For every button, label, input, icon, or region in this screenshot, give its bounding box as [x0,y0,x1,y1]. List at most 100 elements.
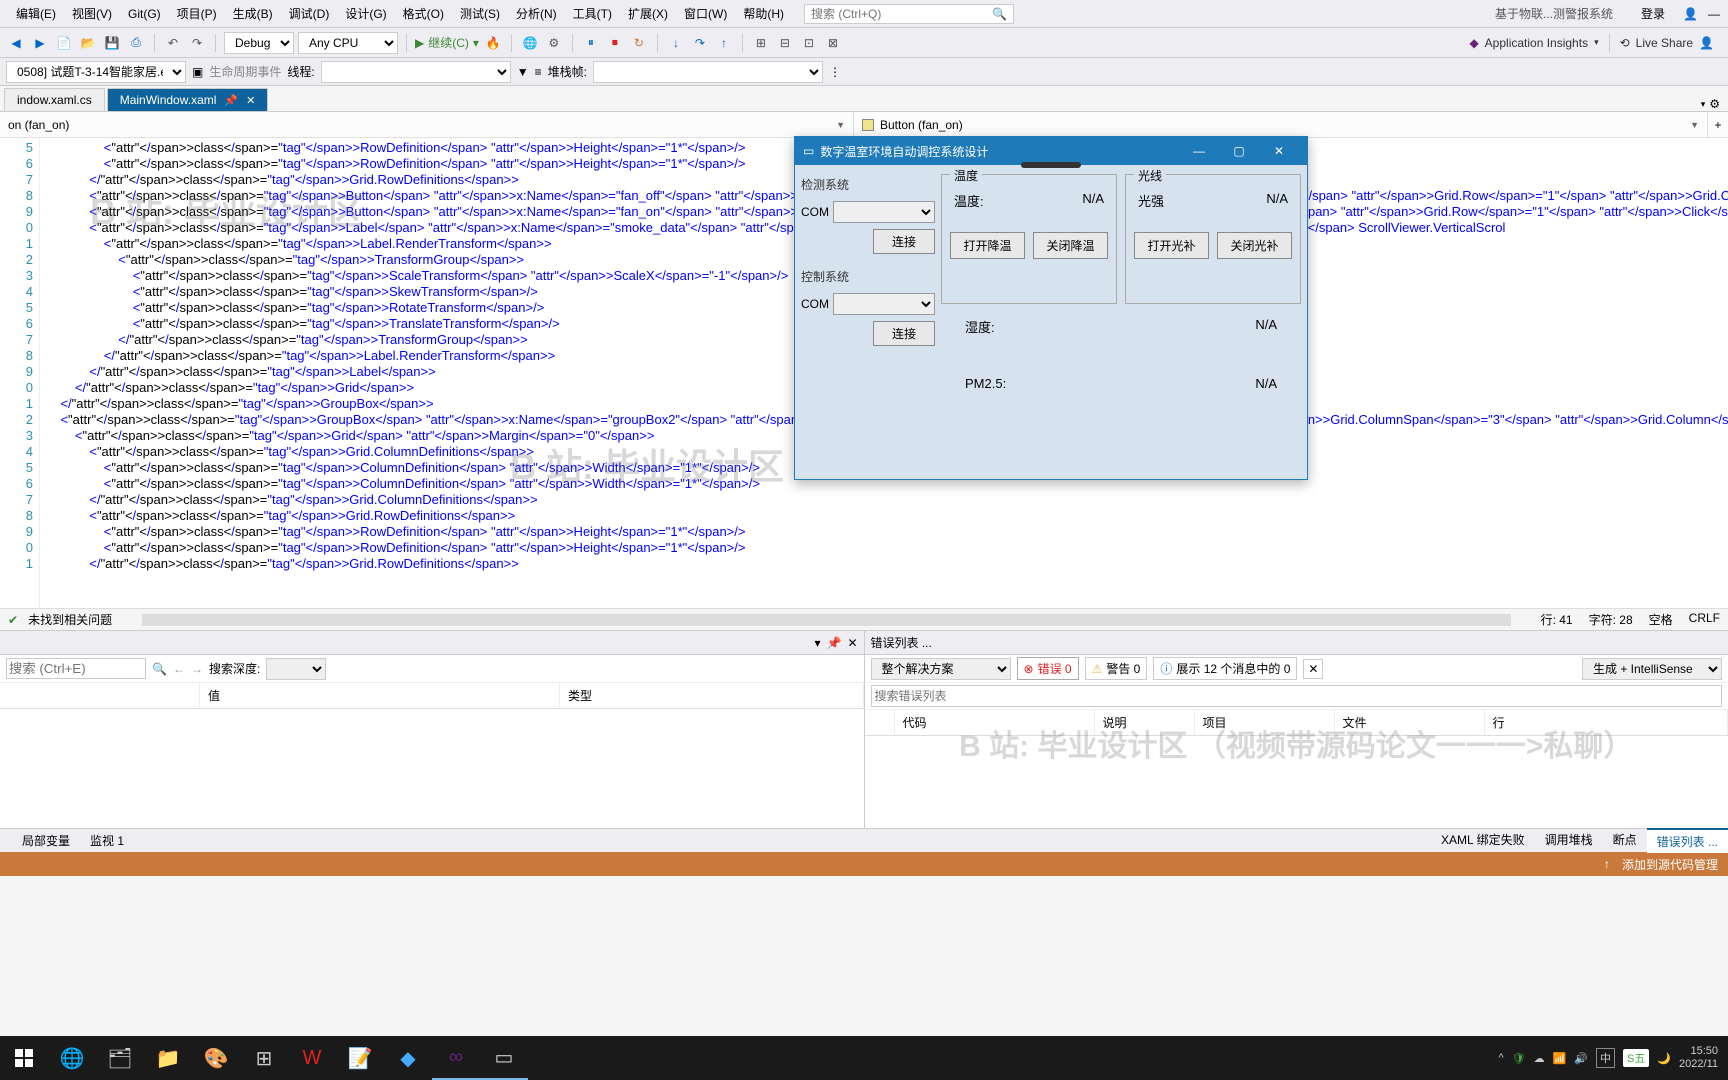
start-button[interactable] [0,1036,48,1080]
tab-callstack[interactable]: 调用堆栈 [1535,828,1603,853]
menu-design[interactable]: 设计(G) [337,1,394,26]
nav-back-icon[interactable]: ← [173,662,185,676]
nav-back-icon[interactable]: ◀ [6,33,26,53]
taskbar-running-app-icon[interactable]: ▭ [480,1036,528,1080]
open-file-icon[interactable]: 📂 [78,33,98,53]
menu-window[interactable]: 窗口(W) [676,1,735,26]
login-link[interactable]: 登录 [1633,1,1673,26]
search-icon[interactable]: 🔍 [152,662,167,676]
close-light-button[interactable]: 关闭光补 [1217,232,1292,259]
window-minimize-icon[interactable]: — [1708,7,1720,21]
debug-toolbar-icon[interactable]: ⊞ [751,33,771,53]
pin-icon[interactable]: 📌 [224,94,238,107]
close-icon[interactable]: ✕ [847,636,857,650]
redo-icon[interactable]: ↷ [187,33,207,53]
app-insights-label[interactable]: Application Insights [1485,36,1588,50]
tab-xaml-fail[interactable]: XAML 绑定失败 [1431,828,1535,853]
menu-search[interactable]: 🔍 [804,4,1014,24]
menu-view[interactable]: 视图(V) [64,1,120,26]
errorlist-search-input[interactable] [871,685,1723,707]
app-titlebar[interactable]: ▭ 数字温室环境自动调控系统设计 — ▢ ✕ [795,137,1307,165]
eol-indicator[interactable]: CRLF [1689,611,1720,628]
tab-breakpoints[interactable]: 断点 [1603,828,1647,853]
add-button[interactable]: + [1708,112,1728,137]
thread-icon[interactable]: ≡ [535,65,542,79]
nav-forward-icon[interactable]: → [191,662,203,676]
member-dropdown[interactable]: Button (fan_on) ▼ [854,112,1708,137]
menu-build[interactable]: 生成(B) [225,1,281,26]
errors-filter[interactable]: ⊗错误 0 [1017,657,1079,680]
line-indicator[interactable]: 行: 41 [1541,611,1573,628]
taskbar-clock[interactable]: 15:50 2022/11 [1679,1045,1718,1071]
taskbar-wps-icon[interactable]: W [288,1036,336,1080]
taskbar-app-icon[interactable]: ◆ [384,1036,432,1080]
liveshare-label[interactable]: Live Share [1636,36,1693,50]
taskbar-app-icon[interactable]: 🎨 [192,1036,240,1080]
save-icon[interactable]: 💾 [102,33,122,53]
debug-toolbar-icon2[interactable]: ⊟ [775,33,795,53]
feedback-icon[interactable]: 👤 [1699,36,1714,50]
config-select[interactable]: Debug [224,32,294,54]
taskbar-app-icon[interactable]: 🗂 [96,1036,144,1080]
filter-icon[interactable]: ▼ [517,65,529,79]
tab-dropdown-icon[interactable]: ▾ [1701,99,1706,110]
menu-format[interactable]: 格式(O) [395,1,452,26]
tray-ime-indicator[interactable]: 中 [1596,1048,1615,1068]
debug-toolbar-icon3[interactable]: ⊡ [799,33,819,53]
warnings-filter[interactable]: ⚠警告 0 [1085,657,1148,680]
menu-extensions[interactable]: 扩展(X) [620,1,676,26]
minimize-button[interactable]: — [1179,137,1219,165]
menu-debug[interactable]: 调试(D) [281,1,338,26]
build-select[interactable]: 生成 + IntelliSense [1582,658,1722,680]
indent-indicator[interactable]: 空格 [1649,611,1673,628]
thread-select[interactable] [321,61,511,83]
user-icon[interactable]: 👤 [1683,7,1698,21]
open-light-button[interactable]: 打开光补 [1134,232,1209,259]
app-insights-icon[interactable]: ◆ [1469,36,1478,50]
char-indicator[interactable]: 字符: 28 [1589,611,1633,628]
browser-icon[interactable]: 🌐 [520,33,540,53]
debug-toolbar-icon4[interactable]: ⊠ [823,33,843,53]
tray-moon-icon[interactable]: 🌙 [1657,1052,1671,1065]
com-select-1[interactable] [833,201,935,223]
tool-icon[interactable]: ⚙ [544,33,564,53]
depth-select[interactable] [266,658,326,680]
messages-filter[interactable]: ⓘ展示 12 个消息中的 0 [1153,657,1297,680]
scrollbar-horizontal[interactable] [142,614,1511,626]
tray-network-icon[interactable]: 📶 [1553,1052,1567,1065]
tray-onedrive-icon[interactable]: ☁ [1534,1052,1545,1065]
tab-watch[interactable]: 监视 1 [80,829,134,852]
menu-test[interactable]: 测试(S) [452,1,508,26]
tray-volume-icon[interactable]: 🔊 [1574,1052,1588,1065]
pause-icon[interactable]: ⏸ [581,33,601,53]
tab-cs-file[interactable]: indow.xaml.cs [4,88,105,111]
maximize-button[interactable]: ▢ [1219,137,1259,165]
watch-search-input[interactable] [6,658,146,679]
undo-icon[interactable]: ↶ [163,33,183,53]
taskbar-app-icon[interactable]: ⊞ [240,1036,288,1080]
close-icon[interactable]: ✕ [246,94,255,107]
taskbar-vs-icon[interactable]: ∞ [432,1036,480,1080]
menu-git[interactable]: Git(G) [120,3,169,25]
menu-search-input[interactable] [811,7,992,21]
stop-icon[interactable]: ⏹ [605,33,625,53]
process-select[interactable]: 0508] 试题T-3-14智能家居.exe [6,61,186,83]
nav-forward-icon[interactable]: ▶ [30,33,50,53]
source-control-icon[interactable]: ↑ [1604,857,1610,871]
hot-reload-icon[interactable]: 🔥 [483,33,503,53]
add-source-control[interactable]: 添加到源代码管理 [1622,856,1718,873]
step-into-icon[interactable]: ↓ [666,33,686,53]
menu-tools[interactable]: 工具(T) [565,1,620,26]
restart-icon[interactable]: ↻ [629,33,649,53]
continue-button[interactable]: ▶ 继续(C) ▾ [415,34,479,51]
menu-analyze[interactable]: 分析(N) [508,1,565,26]
taskbar-explorer-icon[interactable]: 📁 [144,1036,192,1080]
tab-errorlist[interactable]: 错误列表 ... [1647,828,1728,853]
tab-settings-icon[interactable]: ⚙ [1709,97,1720,111]
tray-up-icon[interactable]: ^ [1498,1052,1503,1064]
step-out-icon[interactable]: ↑ [714,33,734,53]
connect-button-1[interactable]: 连接 [873,229,935,254]
dropdown-icon[interactable]: ▾ [814,636,820,650]
scope-select[interactable]: 整个解决方案 [871,658,1011,680]
menu-edit[interactable]: 编辑(E) [8,1,64,26]
